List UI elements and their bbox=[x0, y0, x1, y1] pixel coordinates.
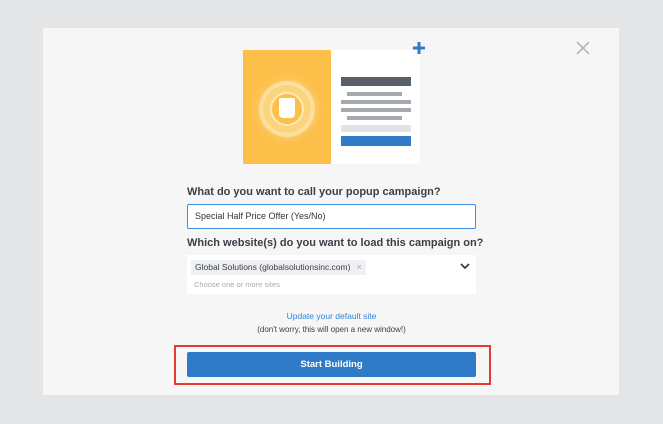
illustration-text-line bbox=[341, 100, 411, 104]
illustration-form-panel bbox=[331, 50, 420, 164]
remove-tag-icon[interactable]: × bbox=[356, 262, 361, 272]
plus-icon bbox=[413, 42, 425, 54]
website-label: Which website(s) do you want to load thi… bbox=[187, 237, 484, 249]
update-default-site-link[interactable]: Update your default site bbox=[187, 311, 476, 321]
illustration-button bbox=[341, 136, 411, 146]
new-window-note: (don't worry, this will open a new windo… bbox=[257, 325, 406, 334]
illustration-text-line bbox=[347, 92, 402, 96]
illustration-text-line bbox=[347, 116, 402, 120]
campaign-name-label: What do you want to call your popup camp… bbox=[187, 186, 441, 198]
illustration-text-line bbox=[341, 108, 411, 112]
illustration-badge bbox=[263, 85, 311, 133]
illustration-input bbox=[341, 125, 411, 132]
selected-site-tag: Global Solutions (globalsolutionsinc.com… bbox=[191, 260, 366, 275]
website-multiselect[interactable]: Global Solutions (globalsolutionsinc.com… bbox=[187, 255, 476, 294]
start-building-button[interactable]: Start Building bbox=[187, 352, 476, 377]
campaign-name-input[interactable]: Special Half Price Offer (Yes/No) bbox=[187, 204, 476, 229]
create-campaign-modal: What do you want to call your popup camp… bbox=[43, 28, 619, 395]
selected-site-label: Global Solutions (globalsolutionsinc.com… bbox=[195, 262, 351, 272]
illustration-yellow-panel bbox=[243, 50, 331, 164]
illustration-header-bar bbox=[341, 77, 411, 86]
chevron-down-icon[interactable] bbox=[460, 262, 470, 270]
close-icon[interactable] bbox=[575, 40, 591, 56]
sites-placeholder[interactable]: Choose one or more sites bbox=[194, 280, 280, 289]
popup-illustration bbox=[243, 50, 420, 164]
illustration-card-icon bbox=[279, 98, 295, 118]
